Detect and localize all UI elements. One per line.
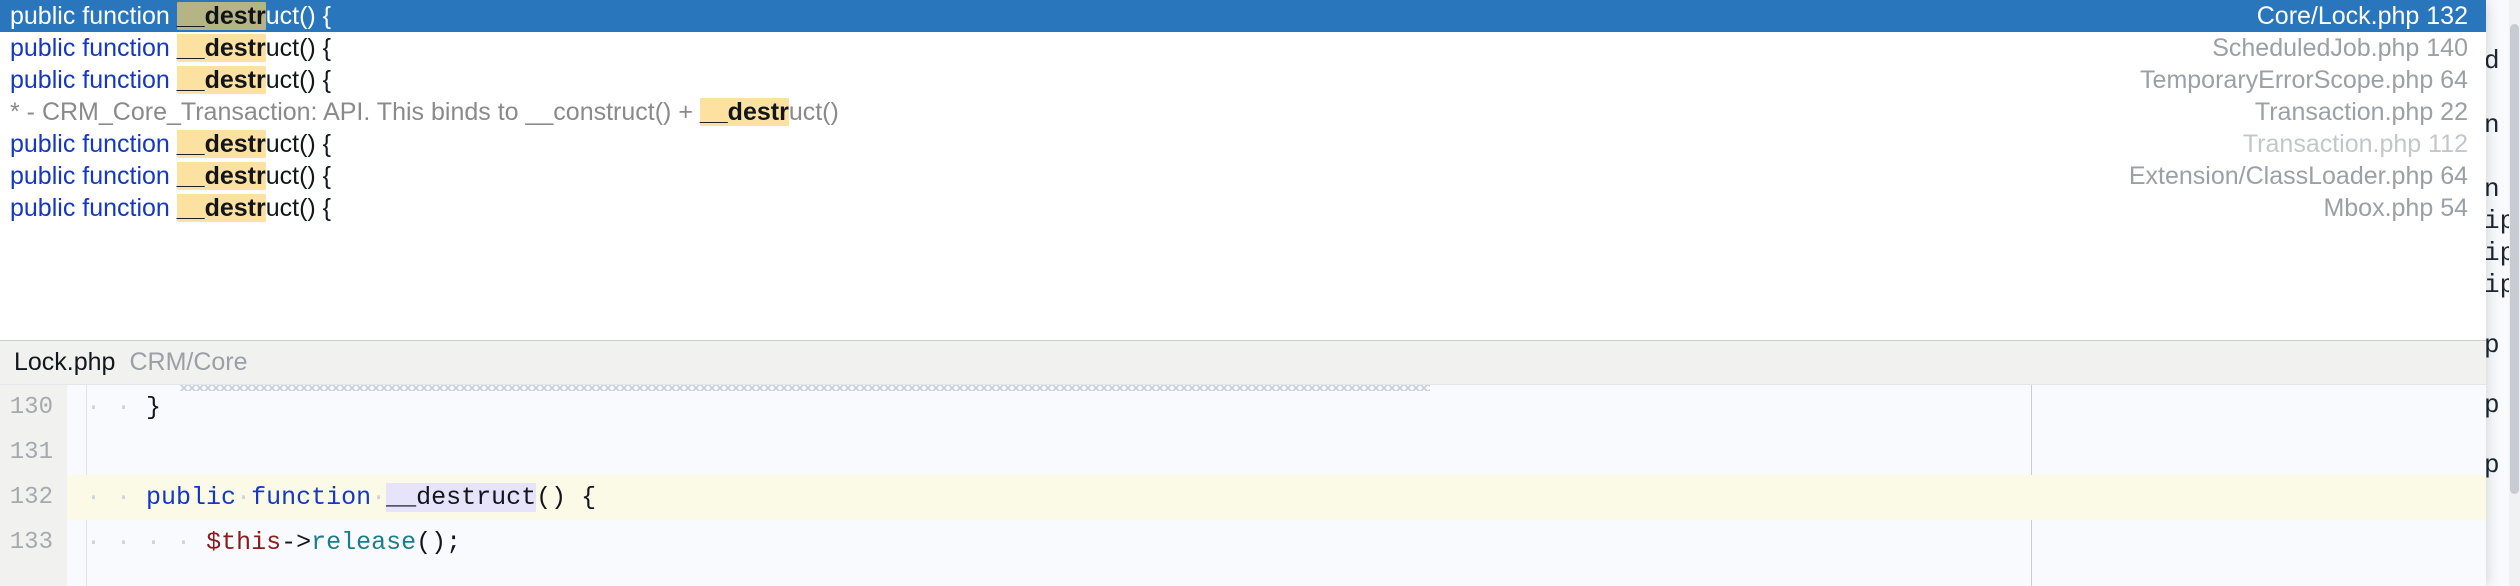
code-line-131: 131 xyxy=(0,430,2486,475)
whitespace-dots: · · xyxy=(146,528,192,557)
result-row-0[interactable]: public function __destruct() { Core/Lock… xyxy=(0,0,2486,32)
whitespace-dots: · · xyxy=(86,393,132,422)
result-code-text: public function __destruct() { xyxy=(10,64,331,96)
result-code-text: public function __destruct() { xyxy=(10,160,331,192)
whitespace-dot: · xyxy=(371,483,387,512)
code-line-text: · · · · $this->release(); xyxy=(67,520,461,565)
result-code-text: public function __destruct() { xyxy=(10,192,331,224)
code-token-method: release xyxy=(311,528,417,557)
code-token-variable: $this xyxy=(206,528,282,557)
code-token-identifier: __destruct xyxy=(386,483,537,512)
result-file-path: TemporaryErrorScope.php 64 xyxy=(2140,66,2468,94)
result-file-path: ScheduledJob.php 140 xyxy=(2212,34,2468,62)
background-code-fragment: p xyxy=(2484,330,2500,360)
result-suffix: uct() { xyxy=(265,162,332,190)
result-prefix: public function xyxy=(10,130,177,158)
code-line-text: · · public·function·__destruct() { xyxy=(67,475,596,520)
line-number: 132 xyxy=(0,475,67,520)
result-file-path: Extension/ClassLoader.php 64 xyxy=(2128,162,2468,190)
search-everywhere-screen: d n n ip ip ip p p p public function __d… xyxy=(0,0,2520,586)
code-token-keyword: public xyxy=(146,483,237,512)
result-prefix: public function xyxy=(10,194,177,222)
result-suffix: uct() { xyxy=(265,194,332,222)
result-prefix: public function xyxy=(10,2,177,30)
result-prefix: public function xyxy=(10,34,177,62)
line-number: 130 xyxy=(0,385,67,430)
results-list[interactable]: public function __destruct() { Core/Lock… xyxy=(0,0,2486,340)
result-match: __destr xyxy=(176,130,266,158)
file-preview-pane: Lock.php CRM/Core 130 · · } 131 132 · · … xyxy=(0,340,2486,586)
code-token-keyword: function xyxy=(251,483,372,512)
code-token: (); xyxy=(416,528,462,557)
preview-code-area[interactable]: 130 · · } 131 132 · · public·function·__… xyxy=(0,385,2486,586)
result-match: __destr xyxy=(176,2,266,30)
preview-header: Lock.php CRM/Core xyxy=(0,341,2486,385)
code-line-133: 133 · · · · $this->release(); xyxy=(0,520,2486,565)
result-suffix: uct() { xyxy=(265,130,332,158)
line-number: 131 xyxy=(0,430,67,475)
result-file-path: Transaction.php 22 xyxy=(2254,98,2468,126)
background-code-fragment: d xyxy=(2484,46,2500,76)
code-token: () { xyxy=(536,483,597,512)
result-match: __destr xyxy=(176,66,266,94)
background-code-fragment: p xyxy=(2484,390,2500,420)
background-code-fragment: p xyxy=(2484,450,2500,480)
editor-vertical-scrollbar[interactable] xyxy=(2509,0,2520,586)
preview-directory-path: CRM/Core xyxy=(129,348,248,376)
scrollbar-thumb[interactable] xyxy=(2510,24,2519,494)
result-code-text: public function __destruct() { xyxy=(10,128,331,160)
result-file-path: Transaction.php 112 xyxy=(2242,130,2468,158)
result-row-5[interactable]: public function __destruct() { Extension… xyxy=(0,160,2486,192)
result-match: __destr xyxy=(176,34,266,62)
code-line-132: 132 · · public·function·__destruct() { xyxy=(0,475,2486,520)
code-token-operator: -> xyxy=(281,528,312,557)
result-row-2[interactable]: public function __destruct() { Temporary… xyxy=(0,64,2486,96)
result-prefix: public function xyxy=(10,162,177,190)
result-match: __destr xyxy=(176,194,266,222)
result-code-text: * - CRM_Core_Transaction: API. This bind… xyxy=(10,96,839,128)
result-match: __destr xyxy=(176,162,266,190)
result-suffix: uct() { xyxy=(265,34,332,62)
result-file-path: Core/Lock.php 132 xyxy=(2256,2,2468,30)
result-prefix: public function xyxy=(10,66,177,94)
code-line-130: 130 · · } xyxy=(0,385,2486,430)
result-suffix: uct() { xyxy=(265,66,332,94)
result-prefix: * - CRM_Core_Transaction: API. This bind… xyxy=(10,98,700,126)
line-number: 133 xyxy=(0,520,67,565)
result-row-1[interactable]: public function __destruct() { Scheduled… xyxy=(0,32,2486,64)
code-token: } xyxy=(146,393,162,422)
result-suffix: uct() xyxy=(788,98,839,126)
result-row-6[interactable]: public function __destruct() { Mbox.php … xyxy=(0,192,2486,224)
result-code-text: public function __destruct() { xyxy=(10,0,331,32)
result-file-path: Mbox.php 54 xyxy=(2323,194,2468,222)
code-line-text: · · } xyxy=(67,385,161,430)
result-code-text: public function __destruct() { xyxy=(10,32,331,64)
result-row-3[interactable]: * - CRM_Core_Transaction: API. This bind… xyxy=(0,96,2486,128)
result-row-4[interactable]: public function __destruct() { Transacti… xyxy=(0,128,2486,160)
result-match: __destr xyxy=(699,98,789,126)
preview-file-name: Lock.php xyxy=(14,348,116,376)
background-code-fragment: n xyxy=(2484,110,2500,140)
background-code-fragment: n xyxy=(2484,174,2500,204)
whitespace-dots: · · xyxy=(86,528,132,557)
result-suffix: uct() { xyxy=(265,2,332,30)
search-everywhere-popup: public function __destruct() { Core/Lock… xyxy=(0,0,2486,586)
whitespace-dot: · xyxy=(236,483,252,512)
whitespace-dots: · · xyxy=(86,483,132,512)
